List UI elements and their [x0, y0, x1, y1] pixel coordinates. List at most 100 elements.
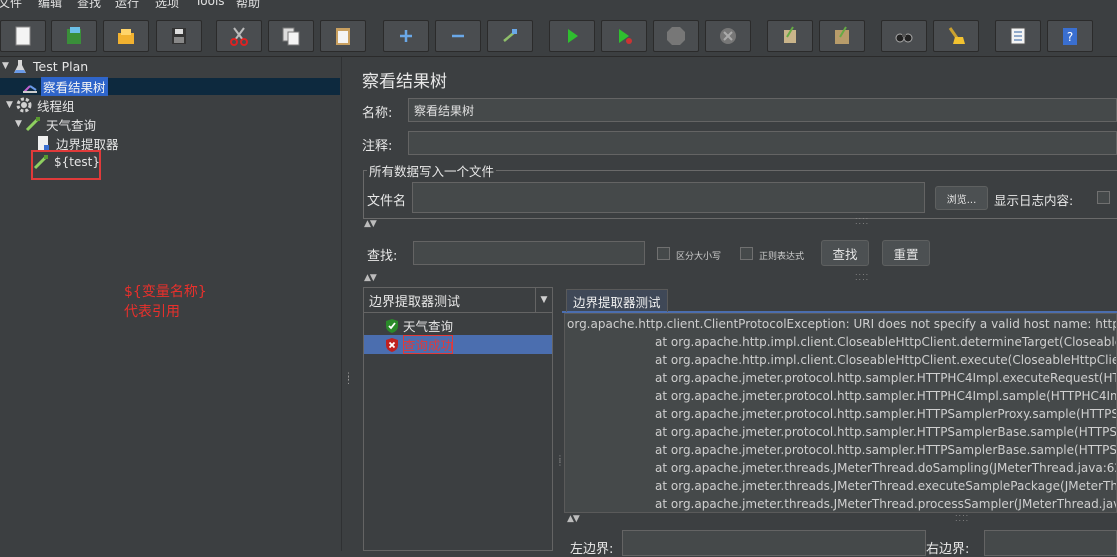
- toggle-icon: [503, 29, 517, 42]
- start-button[interactable]: [549, 20, 595, 52]
- copy-button[interactable]: [268, 20, 314, 52]
- log-line: at org.apache.jmeter.threads.JMeterThrea…: [655, 479, 1117, 493]
- new-button[interactable]: [0, 20, 46, 52]
- page-title: 察看结果树: [362, 72, 447, 92]
- chevron-down-icon[interactable]: ▼: [535, 288, 552, 312]
- collapse-arrows-icon[interactable]: ▲▼: [364, 273, 377, 283]
- save-button[interactable]: [156, 20, 202, 52]
- log-line: at org.apache.jmeter.protocol.http.sampl…: [655, 425, 1117, 439]
- case-sensitive-label: 区分大小写: [676, 252, 722, 262]
- start-no-pause-button[interactable]: [601, 20, 647, 52]
- menu-options[interactable]: 选项: [155, 0, 179, 8]
- expand-button[interactable]: [383, 20, 429, 52]
- open-button[interactable]: [103, 20, 149, 52]
- copy-icon: [282, 27, 300, 46]
- result-item-query-success[interactable]: 查询成功: [364, 335, 552, 354]
- left-boundary-input[interactable]: [622, 530, 926, 556]
- document-icon: [38, 136, 49, 150]
- search-button[interactable]: [881, 20, 927, 52]
- toggle-button[interactable]: [487, 20, 533, 52]
- paste-button[interactable]: [320, 20, 366, 52]
- log-content-checkbox[interactable]: [1097, 191, 1110, 204]
- collapse-arrow-icon[interactable]: ▼: [15, 119, 25, 129]
- error-shield-icon: [386, 337, 398, 352]
- reset-search-icon: [948, 27, 965, 44]
- new-file-icon: [15, 26, 31, 46]
- tree-node-view-results[interactable]: 察看结果树: [22, 76, 108, 96]
- log-line: at org.apache.http.impl.client.Closeable…: [655, 335, 1116, 349]
- menu-file[interactable]: 文件: [0, 0, 22, 8]
- shutdown-button[interactable]: [705, 20, 751, 52]
- filename-label: 文件名: [367, 194, 407, 209]
- log-line: at org.apache.http.impl.client.Closeable…: [655, 353, 1116, 367]
- search-button[interactable]: 查找: [821, 240, 869, 266]
- log-line: at org.apache.jmeter.threads.JMeterThrea…: [655, 461, 1117, 475]
- menu-help[interactable]: 帮助: [236, 0, 260, 8]
- right-boundary-label: 右边界:: [926, 542, 970, 557]
- cut-button[interactable]: [216, 20, 262, 52]
- log-line: at org.apache.jmeter.threads.JMeterThrea…: [655, 497, 1117, 511]
- right-boundary-input[interactable]: [984, 530, 1117, 556]
- browse-button[interactable]: 浏览...: [935, 186, 988, 210]
- tree-node-weather-query[interactable]: ▼ 天气查询: [15, 115, 98, 133]
- clear-button[interactable]: [767, 20, 813, 52]
- search-label: 查找:: [367, 249, 398, 264]
- search-icon: [895, 33, 913, 43]
- log-line: at org.apache.jmeter.protocol.http.sampl…: [655, 443, 1117, 457]
- collapse-icon: [452, 34, 464, 38]
- menubar: 文件 编辑 查找 运行 选项 Tools 帮助: [0, 0, 1117, 8]
- collapse-arrow-icon[interactable]: ▼: [2, 61, 12, 71]
- response-text-area[interactable]: org.apache.http.client.ClientProtocolExc…: [564, 313, 1117, 513]
- detail-tabs: 边界提取器测试: [562, 287, 1117, 313]
- start-no-pause-icon: [619, 29, 632, 44]
- splitter-dots: ⁚⁚⁚⁚: [855, 217, 870, 226]
- log-line: org.apache.http.client.ClientProtocolExc…: [567, 317, 1117, 331]
- splitter-dots: ⁚⁚⁚⁚: [955, 514, 970, 523]
- collapse-arrow-icon[interactable]: ▼: [6, 100, 16, 110]
- test-plan-tree: ▼ Test Plan 察看结果树 ▼ 线程组 ▼ 天气查询 边界提取器 ${t…: [0, 57, 340, 551]
- name-input[interactable]: 察看结果树: [408, 98, 1117, 122]
- file-group-title: 所有数据写入一个文件: [367, 161, 497, 180]
- menu-edit[interactable]: 编辑: [38, 0, 62, 8]
- result-item-weather-query[interactable]: 天气查询: [364, 316, 552, 335]
- filename-input[interactable]: [412, 182, 925, 213]
- tree-node-thread-group[interactable]: ▼ 线程组: [6, 96, 77, 114]
- log-line: at org.apache.jmeter.protocol.http.sampl…: [655, 389, 1117, 403]
- log-content-label: 显示日志内容:: [994, 193, 1074, 208]
- regex-label: 正则表达式: [759, 252, 805, 262]
- renderer-select[interactable]: 边界提取器测试 ▼: [364, 288, 552, 313]
- name-label: 名称:: [362, 106, 393, 121]
- tree-node-test-plan[interactable]: ▼ Test Plan: [2, 57, 90, 75]
- collapse-arrows-icon[interactable]: ▲▼: [567, 514, 580, 524]
- clear-icon: [784, 26, 796, 43]
- paste-icon: [336, 28, 350, 45]
- stop-button[interactable]: [653, 20, 699, 52]
- collapse-arrows-icon[interactable]: ▲▼: [364, 219, 377, 229]
- splitter-dots: ⁚⁚⁚⁚: [855, 273, 870, 282]
- menu-run[interactable]: 运行: [115, 0, 139, 8]
- menu-search[interactable]: 查找: [77, 0, 101, 8]
- collapse-button[interactable]: [435, 20, 481, 52]
- regex-checkbox[interactable]: [740, 247, 753, 260]
- results-tree-icon: [23, 85, 37, 93]
- clear-all-button[interactable]: [819, 20, 865, 52]
- comment-input[interactable]: [408, 131, 1117, 155]
- case-sensitive-checkbox[interactable]: [657, 247, 670, 260]
- left-boundary-label: 左边界:: [570, 542, 614, 557]
- flask-icon: [14, 60, 26, 73]
- pipette-icon: [25, 117, 40, 132]
- function-helper-button[interactable]: [995, 20, 1041, 52]
- search-input[interactable]: [413, 241, 645, 265]
- templates-button[interactable]: [51, 20, 97, 52]
- menu-tools[interactable]: Tools: [195, 0, 225, 8]
- annotation-line-2: 代表引用: [124, 304, 180, 320]
- tab-boundary-extractor-test[interactable]: 边界提取器测试: [566, 289, 668, 312]
- help-button[interactable]: ?: [1047, 20, 1093, 52]
- clear-all-icon: [835, 26, 849, 44]
- success-shield-icon: [386, 318, 398, 333]
- reset-search-button[interactable]: [933, 20, 979, 52]
- reset-button[interactable]: 重置: [882, 240, 930, 266]
- log-line: at org.apache.jmeter.protocol.http.sampl…: [655, 407, 1117, 421]
- result-splitter[interactable]: ⋮ ⋮: [553, 287, 564, 551]
- help-icon: ?: [1063, 28, 1077, 45]
